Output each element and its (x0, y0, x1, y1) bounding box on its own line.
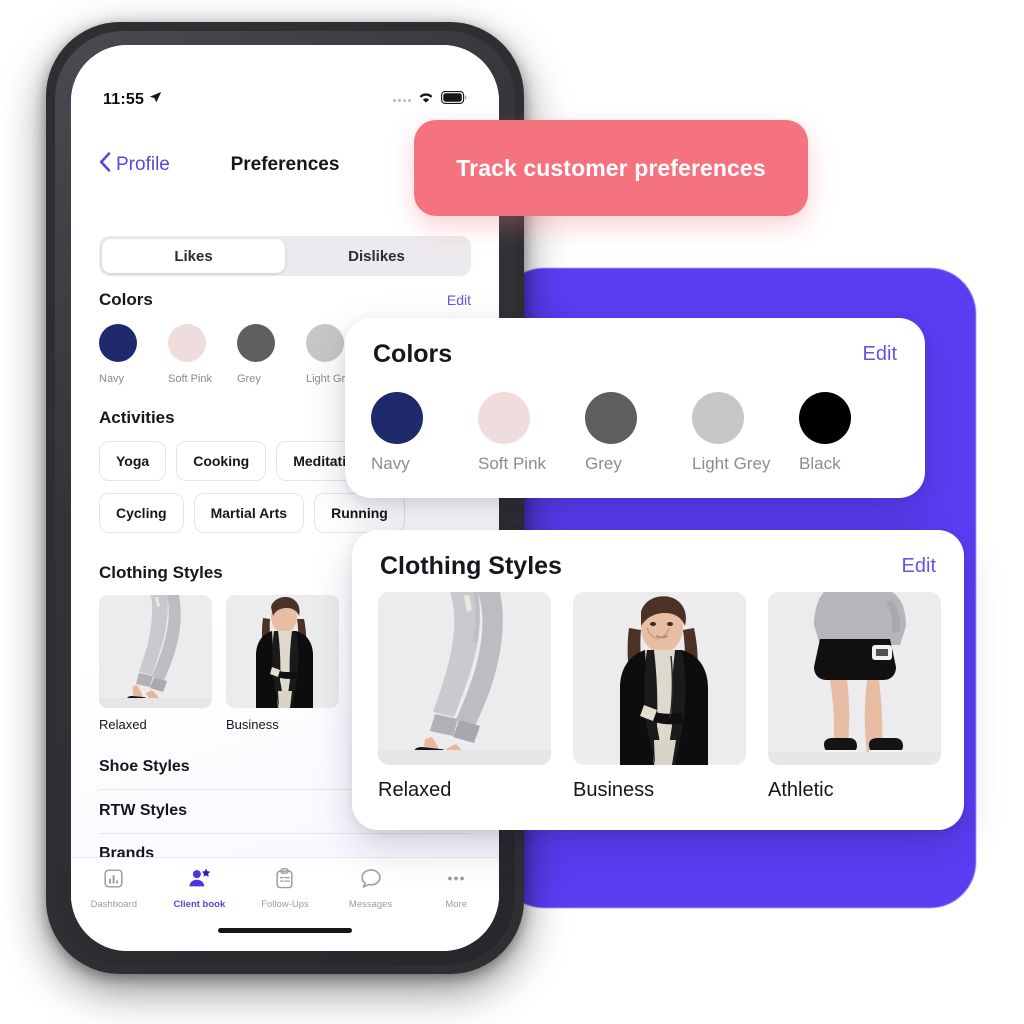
back-button-label: Profile (116, 154, 170, 175)
style-tile-caption: Athletic (768, 779, 834, 801)
clothing-styles-float-card: Clothing Styles Edit Relaxed Business At… (352, 530, 964, 830)
color-swatch-soft-pink[interactable]: Soft Pink (478, 392, 585, 474)
swatch-dot (237, 324, 275, 362)
home-indicator (218, 928, 352, 933)
tab-more[interactable]: More (413, 868, 499, 910)
grey-joggers-photo (378, 592, 551, 765)
style-tile-business[interactable]: Business (226, 595, 339, 732)
swatch-label: Black (799, 454, 841, 473)
swatch-dot (478, 392, 530, 444)
tab-label: Messages (348, 899, 393, 910)
swatch-label: Navy (99, 373, 125, 385)
colors-section-title: Colors (99, 290, 153, 309)
segmented-control[interactable]: Likes Dislikes (99, 236, 471, 276)
swatch-label: Grey (237, 373, 261, 385)
bar-chart-icon (103, 868, 124, 894)
tab-client-book[interactable]: Client book (157, 868, 243, 910)
style-tile-relaxed[interactable]: Relaxed (99, 595, 212, 732)
swatch-dot (692, 392, 744, 444)
colors-edit-link[interactable]: Edit (447, 292, 471, 308)
style-tile-caption: Business (226, 717, 279, 732)
battery-icon (441, 91, 467, 109)
signal-dots-icon (393, 98, 411, 102)
chip-yoga[interactable]: Yoga (99, 441, 167, 481)
swatch-label: Soft Pink (478, 454, 547, 473)
black-coat-photo (226, 595, 339, 708)
ellipsis-icon (445, 868, 467, 894)
screenshot-stage: 11:55 Profile Preferences Likes Dislikes… (0, 0, 1024, 1024)
color-swatch-grey[interactable]: Grey (585, 392, 692, 474)
chip-running[interactable]: Running (314, 493, 405, 533)
swatch-label: Soft Pink (168, 373, 213, 385)
tab-label: Dashboard (90, 899, 138, 910)
speech-bubble-icon (360, 868, 382, 894)
chip-martial-arts[interactable]: Martial Arts (193, 493, 305, 533)
callout-banner: Track customer preferences (414, 120, 808, 216)
tab-label: Follow-Ups (261, 899, 309, 910)
swatch-label: Navy (371, 454, 410, 473)
back-button[interactable]: Profile (99, 152, 170, 178)
swatch-label: Light Grey (692, 454, 771, 473)
style-tile-caption: Business (573, 779, 655, 801)
chip-cooking[interactable]: Cooking (176, 441, 267, 481)
style-tile-caption: Relaxed (99, 717, 147, 732)
color-swatch-black[interactable]: Black (799, 392, 906, 474)
styles-card-title: Clothing Styles (380, 552, 562, 580)
style-tile-caption: Relaxed (378, 779, 452, 801)
tab-likes[interactable]: Likes (102, 239, 285, 273)
colors-card-header: Colors Edit (373, 340, 897, 369)
status-time-label: 11:55 (103, 91, 145, 108)
swatch-dot (371, 392, 423, 444)
colors-float-card: Colors Edit Navy Soft Pink Grey Light Gr… (345, 318, 925, 498)
status-time: 11:55 (103, 91, 162, 109)
swatch-dot (585, 392, 637, 444)
tab-label: Client book (173, 899, 226, 910)
styles-card-header: Clothing Styles Edit (380, 552, 936, 581)
callout-banner-text: Track customer preferences (456, 154, 766, 181)
colors-card-title: Colors (373, 340, 453, 368)
color-swatch-navy[interactable]: Navy (99, 324, 168, 387)
color-swatch-light-grey[interactable]: Light Grey (692, 392, 799, 474)
color-swatch-grey[interactable]: Grey (237, 324, 306, 387)
black-shorts-photo (768, 592, 941, 765)
status-icons (393, 91, 467, 109)
colors-card-swatch-row: Navy Soft Pink Grey Light Grey Black (371, 392, 906, 474)
style-tile-business[interactable]: Business (573, 592, 746, 802)
activities-chip-row-1: Yoga Cooking Meditation (99, 441, 381, 481)
chevron-left-icon (99, 152, 111, 178)
tab-dislikes[interactable]: Dislikes (285, 239, 468, 273)
wifi-icon (417, 91, 435, 109)
tab-follow-ups[interactable]: Follow-Ups (242, 868, 328, 910)
swatch-dot (799, 392, 851, 444)
color-swatch-navy[interactable]: Navy (371, 392, 478, 474)
bottom-tab-bar: Dashboard Client book Follow-Ups Message… (71, 857, 499, 951)
swatch-dot (99, 324, 137, 362)
colors-card-edit-link[interactable]: Edit (863, 343, 897, 366)
activities-section-title: Activities (99, 408, 175, 427)
black-coat-photo (573, 592, 746, 765)
chip-cycling[interactable]: Cycling (99, 493, 184, 533)
tab-dashboard[interactable]: Dashboard (71, 868, 157, 910)
list-divider (99, 833, 471, 834)
colors-section-header: Colors Edit (99, 290, 471, 310)
styles-card-edit-link[interactable]: Edit (902, 555, 936, 578)
swatch-label: Grey (585, 454, 622, 473)
clothing-styles-section-title: Clothing Styles (99, 563, 223, 582)
activities-chip-row-2: Cycling Martial Arts Running (99, 493, 405, 533)
location-arrow-icon (149, 91, 162, 109)
style-tile-relaxed[interactable]: Relaxed (378, 592, 551, 802)
person-star-icon (188, 868, 211, 894)
tab-label: More (445, 899, 467, 910)
style-tile-athletic[interactable]: Athletic (768, 592, 941, 802)
clipboard-icon (275, 868, 294, 894)
styles-card-tile-row: Relaxed Business Athletic (378, 592, 941, 802)
tab-messages[interactable]: Messages (328, 868, 414, 910)
grey-joggers-photo (99, 595, 212, 708)
swatch-dot (168, 324, 206, 362)
swatch-dot (306, 324, 344, 362)
color-swatch-soft-pink[interactable]: Soft Pink (168, 324, 237, 387)
status-bar: 11:55 (71, 85, 499, 115)
